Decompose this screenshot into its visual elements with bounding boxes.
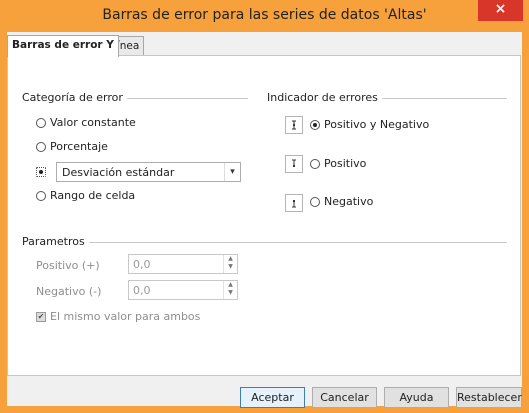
option-label: Valor constante — [50, 116, 136, 129]
cancel-button[interactable]: Cancelar — [312, 387, 377, 408]
category-group-label: Categoría de error — [22, 91, 127, 104]
spin-up-down-icon[interactable]: ▲ ▼ — [223, 281, 237, 299]
spin-up-down-icon[interactable]: ▲ ▼ — [223, 255, 237, 273]
negative-value-field[interactable]: 0,0 ▲ ▼ — [128, 280, 238, 300]
option-negativo[interactable]: Negativo — [310, 195, 373, 208]
positive-value: 0,0 — [133, 258, 151, 271]
chevron-down-icon[interactable]: ▾ — [224, 163, 240, 181]
parameters-group-line — [22, 242, 507, 243]
close-button[interactable]: × — [478, 0, 523, 21]
close-icon: × — [494, 1, 507, 17]
radio-valor-constante[interactable] — [36, 117, 46, 128]
radio-porcentaje[interactable] — [36, 141, 46, 152]
reset-button[interactable]: Restablecer — [456, 387, 522, 408]
option-label: Negativo — [324, 195, 374, 208]
positive-indicator-icon — [285, 155, 303, 173]
option-porcentaje[interactable]: Porcentaje — [36, 140, 108, 153]
radio-positivo[interactable] — [310, 158, 320, 169]
select-value: Desviación estándar — [62, 166, 175, 179]
negative-indicator-icon — [285, 194, 303, 212]
help-button[interactable]: Ayuda — [384, 387, 449, 408]
tab-panel: Categoría de error Valor constante Porce… — [7, 55, 521, 376]
negative-label: Negativo (-) — [36, 285, 102, 298]
radio-negativo[interactable] — [310, 196, 320, 207]
window-title: Barras de error para las series de datos… — [102, 7, 427, 23]
radio-rango-de-celda[interactable] — [36, 190, 46, 201]
accept-button[interactable]: Aceptar — [240, 387, 305, 408]
function-select[interactable]: Desviación estándar ▾ — [56, 162, 241, 182]
dialog-window: Barras de error para las series de datos… — [0, 0, 529, 413]
same-value-label: El mismo valor para ambos — [50, 310, 201, 323]
tab-barras-de-error-y[interactable]: Barras de error Y — [7, 35, 119, 57]
radio-funcion[interactable] — [36, 167, 46, 177]
both-indicator-icon — [285, 116, 303, 134]
option-label: Porcentaje — [50, 140, 108, 153]
option-funcion[interactable] — [36, 167, 50, 177]
title-bar[interactable]: Barras de error para las series de datos… — [0, 0, 529, 32]
option-label: Positivo y Negativo — [324, 118, 430, 131]
same-value-option[interactable]: ✔ El mismo valor para ambos — [36, 310, 200, 323]
dialog-client: Barras de error Y Línea Categoría de err… — [7, 32, 522, 408]
positive-label: Positivo (+) — [36, 259, 100, 272]
indicator-group-label: Indicador de errores — [267, 91, 382, 104]
option-rango-de-celda[interactable]: Rango de celda — [36, 189, 135, 202]
option-label: Rango de celda — [50, 189, 136, 202]
negative-value: 0,0 — [133, 284, 151, 297]
option-valor-constante[interactable]: Valor constante — [36, 116, 136, 129]
option-positivo-y-negativo[interactable]: Positivo y Negativo — [310, 118, 429, 131]
positive-value-field[interactable]: 0,0 ▲ ▼ — [128, 254, 238, 274]
parameters-group-label: Parametros — [22, 235, 89, 248]
check-icon[interactable]: ✔ — [36, 311, 46, 322]
radio-positivo-y-negativo[interactable] — [310, 119, 320, 130]
option-positivo[interactable]: Positivo — [310, 157, 366, 170]
option-label: Positivo — [324, 157, 367, 170]
